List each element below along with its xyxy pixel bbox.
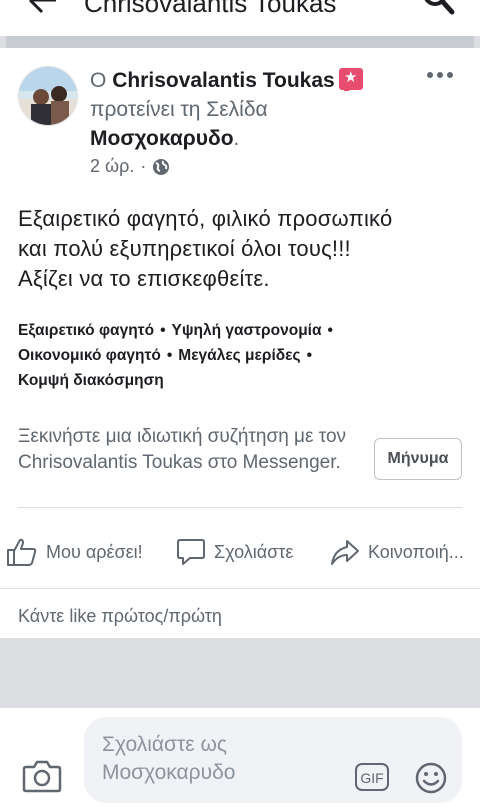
post-actions: Μου αρέσει! Σχολιάστε Κοινοποιή... — [0, 528, 480, 576]
share-label: Κοινοποιή... — [368, 541, 464, 562]
tag-separator: • — [327, 322, 333, 339]
tag: Εξαιρετικό φαγητό — [18, 322, 155, 339]
post-card: Ο Chrisovalantis Toukas ★ προτείνει τη Σε… — [0, 48, 480, 638]
post-body-line: Αξίζει να το επισκεφθείτε. — [18, 266, 270, 291]
post-time[interactable]: 2 ώρ. — [90, 156, 134, 177]
camera-icon[interactable] — [22, 758, 62, 794]
gif-icon[interactable]: GIF — [354, 761, 390, 793]
comment-composer: Σχολιάστε ως Μοσχοκαρυδο GIF — [0, 708, 480, 808]
message-button[interactable]: Μήνυμα — [374, 438, 462, 480]
share-arrow-icon — [331, 540, 359, 565]
tag-separator: • — [166, 347, 173, 364]
author-name[interactable]: Chrisovalantis Toukas — [112, 69, 335, 92]
recommend-star-icon: ★ — [338, 68, 363, 91]
avatar-photo — [19, 67, 77, 125]
messenger-prompt-text: Ξεκινήστε μια ιδιωτική συζήτηση με τον C… — [18, 426, 347, 473]
page-suffix: . — [233, 127, 240, 150]
arrow-left-icon[interactable] — [26, 0, 58, 14]
divider — [0, 588, 480, 589]
divider — [18, 507, 462, 508]
messenger-prompt: Ξεκινήστε μια ιδιωτική συζήτηση με τον C… — [18, 422, 462, 502]
comment-button[interactable]: Σχολιάστε — [176, 528, 293, 576]
comment-label: Σχολιάστε — [214, 541, 294, 562]
tag-separator: • — [160, 322, 166, 339]
post-header: Ο Chrisovalantis Toukas ★ προτείνει τη Σε… — [90, 66, 400, 153]
emoji-icon[interactable] — [414, 761, 448, 795]
globe-icon — [153, 158, 170, 175]
comment-bubble-icon — [177, 539, 205, 565]
post-prefix: Ο — [90, 69, 107, 92]
comment-placeholder: Σχολιάστε ως Μοσχοκαρυδο — [102, 731, 322, 787]
avatar[interactable] — [18, 66, 78, 126]
meta-separator: · — [140, 156, 147, 176]
search-icon[interactable] — [420, 0, 456, 16]
comment-placeholder-line: Μοσχοκαρυδο — [102, 761, 236, 784]
top-bar: Chrisovalantis Toukas — [0, 0, 480, 36]
post-action-text: προτείνει τη Σελίδα — [90, 98, 268, 121]
recommendation-tags: Εξαιρετικό φαγητό • Υψηλή γαστρονομία • Οικ… — [18, 318, 462, 393]
feed-gap — [0, 638, 480, 708]
like-label: Μου αρέσει! — [46, 541, 143, 562]
feed-separator — [0, 36, 480, 48]
like-thumb-icon — [7, 538, 37, 566]
page-title: Chrisovalantis Toukas — [84, 0, 337, 18]
like-button[interactable]: Μου αρέσει! — [6, 528, 143, 576]
share-button[interactable]: Κοινοποιή... — [330, 528, 464, 576]
gif-label: GIF — [360, 770, 383, 786]
page-name-link[interactable]: Μοσχοκαρυδο — [90, 127, 234, 150]
post-body-line: Εξαιρετικό φαγητό, φιλικό προσωπικό — [18, 206, 393, 231]
comment-input[interactable]: Σχολιάστε ως Μοσχοκαρυδο GIF — [84, 717, 462, 803]
post-meta: 2 ώρ. · — [90, 156, 170, 177]
tag: Υψηλή γαστρονομία — [171, 322, 322, 339]
tag: Κομψή διακόσμηση — [18, 372, 164, 389]
post-body: Εξαιρετικό φαγητό, φιλικό προσωπικό και … — [18, 204, 462, 294]
like-first-text[interactable]: Κάντε like πρώτος/πρώτη — [18, 606, 222, 627]
post-body-line: και πολύ εξυπηρετικοί όλοι τους!!! — [18, 236, 351, 261]
tag-separator: • — [306, 347, 313, 364]
comment-placeholder-line: Σχολιάστε ως — [102, 733, 227, 756]
tag: Μεγάλες μερίδες — [178, 347, 301, 364]
tag: Οικονομικό φαγητό — [18, 347, 161, 364]
more-dots-icon[interactable] — [426, 70, 454, 80]
